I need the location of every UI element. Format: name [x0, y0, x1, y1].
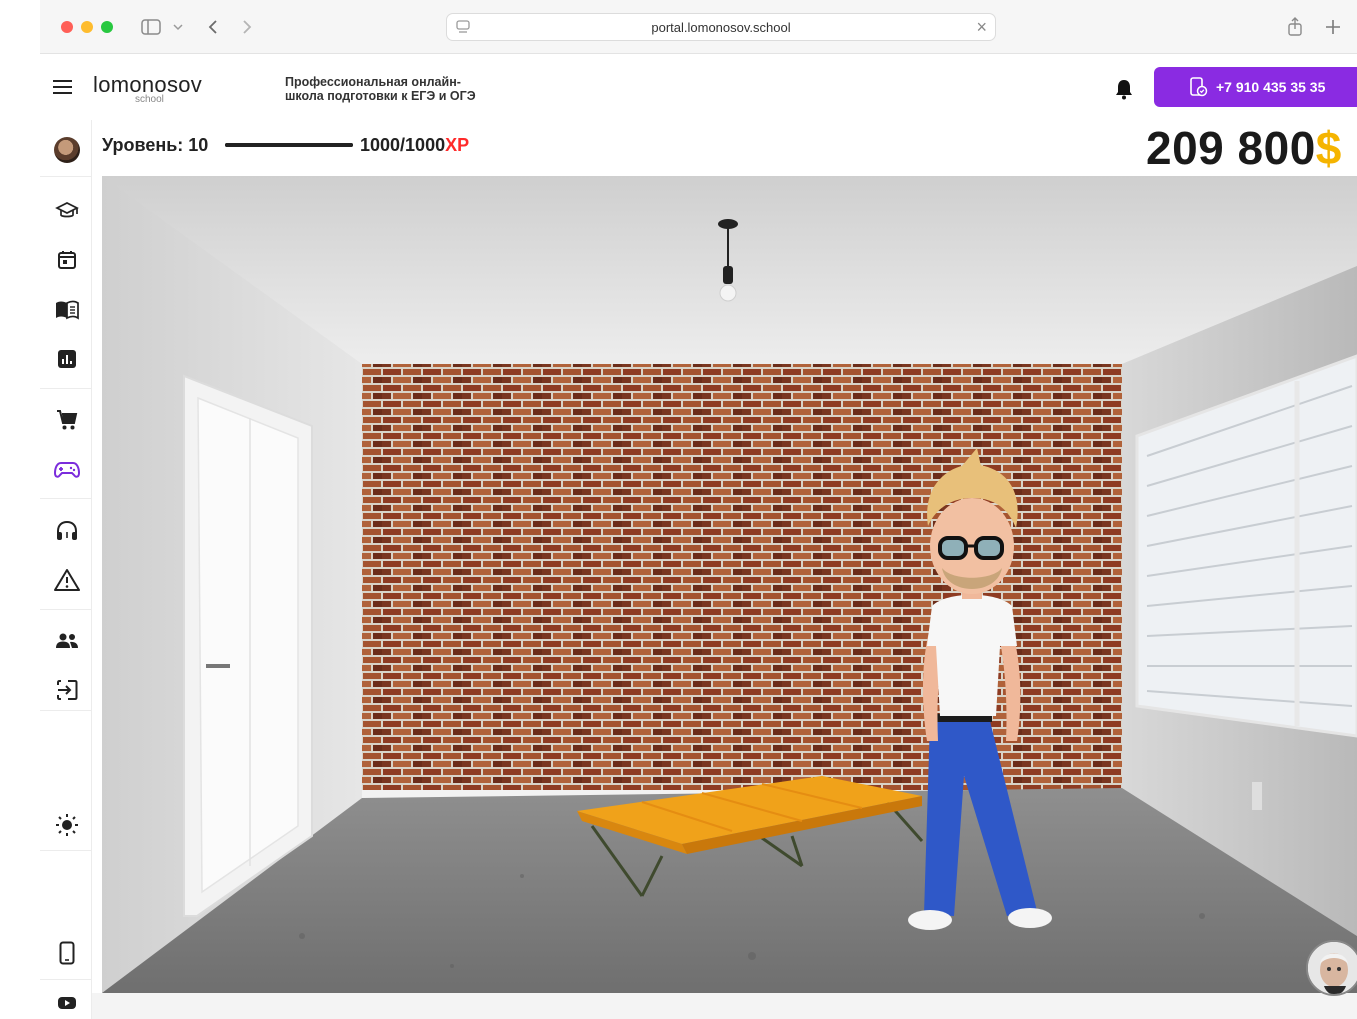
people-icon[interactable]: [54, 628, 80, 654]
assistant-face-icon: [1308, 942, 1357, 994]
gamepad-icon[interactable]: [54, 457, 80, 483]
site-header: lomonosov school Профессиональная онлайн…: [40, 54, 1357, 120]
chevron-down-icon[interactable]: [172, 14, 184, 40]
phone-call-icon: [1188, 77, 1208, 100]
share-icon[interactable]: [1285, 14, 1305, 40]
coin-icon: $: [1315, 122, 1342, 174]
url-text: portal.lomonosov.school: [651, 20, 791, 35]
assistant-avatar-button[interactable]: [1306, 940, 1357, 996]
xp-value: 1000/1000: [360, 135, 446, 155]
game-room-scene[interactable]: [102, 176, 1357, 993]
headphones-icon[interactable]: [54, 518, 80, 544]
sidebar-toggle-icon[interactable]: [140, 14, 162, 40]
back-icon[interactable]: [204, 14, 222, 40]
logo-sub: school: [135, 94, 164, 105]
clear-url-icon[interactable]: ×: [976, 17, 987, 38]
notifications-bell-icon[interactable]: [1114, 78, 1134, 100]
youtube-icon[interactable]: [54, 990, 80, 1016]
tagline-line-1: Профессиональная онлайн-: [285, 75, 461, 89]
minimize-window-button[interactable]: [81, 21, 93, 33]
user-avatar[interactable]: [54, 137, 80, 163]
stats-icon[interactable]: [54, 346, 80, 372]
level-bar: Уровень: 10 1000/1000XP 209 800$: [92, 120, 1357, 175]
xp-unit: XP: [445, 135, 470, 155]
close-window-button[interactable]: [61, 21, 73, 33]
xp-progress-fill: [225, 143, 353, 147]
phone-call-button[interactable]: +7 910 435 35 35: [1154, 67, 1357, 107]
room-illustration: [102, 176, 1357, 993]
address-bar[interactable]: portal.lomonosov.school ×: [446, 13, 996, 41]
library-icon[interactable]: [54, 297, 80, 323]
tagline: Профессиональная онлайн- школа подготовк…: [285, 75, 545, 103]
forward-icon[interactable]: [238, 14, 256, 40]
scene-footer-strip: [92, 993, 1357, 1019]
xp-progress-bar: [225, 143, 353, 147]
coins-value: 209 800: [1146, 122, 1316, 174]
warning-icon[interactable]: [54, 567, 80, 593]
tagline-line-2: школа подготовки к ЕГЭ и ОГЭ: [285, 89, 476, 103]
courses-icon[interactable]: [54, 198, 80, 224]
sidebar: [40, 120, 92, 1019]
shop-cart-icon[interactable]: [54, 407, 80, 433]
browser-toolbar: portal.lomonosov.school ×: [40, 0, 1357, 54]
maximize-window-button[interactable]: [101, 21, 113, 33]
level-label: Уровень: 10: [102, 135, 209, 155]
phone-device-icon[interactable]: [54, 940, 80, 966]
logout-icon[interactable]: [54, 677, 80, 703]
phone-number: +7 910 435 35 35: [1216, 79, 1326, 95]
logo[interactable]: lomonosov school: [93, 72, 223, 106]
coins-balance: 209 800$: [1146, 121, 1342, 175]
menu-icon[interactable]: [53, 80, 72, 94]
xp-counter: 1000/1000XP: [360, 135, 469, 156]
brightness-icon[interactable]: [54, 812, 80, 838]
calendar-icon[interactable]: [54, 247, 80, 273]
new-tab-icon[interactable]: [1323, 14, 1343, 40]
